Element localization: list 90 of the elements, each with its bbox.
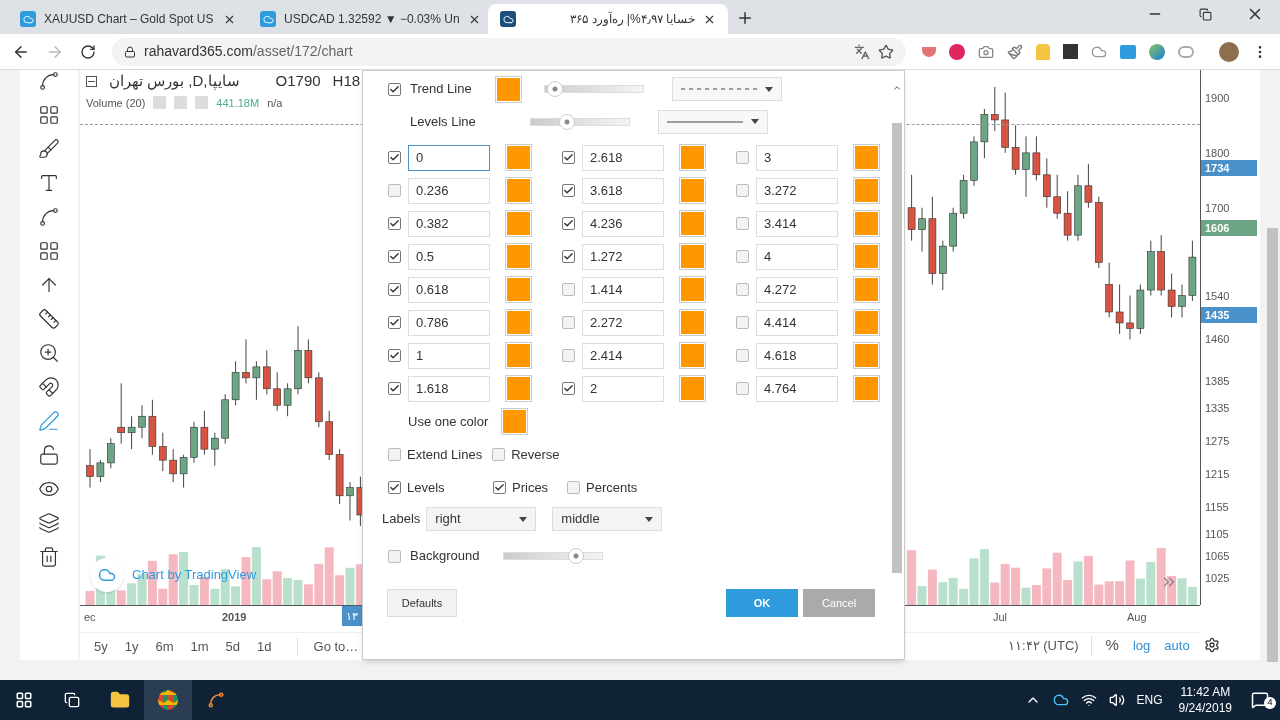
level-input[interactable]: 0.382 bbox=[408, 210, 490, 237]
level-input[interactable]: 3.272 bbox=[756, 177, 838, 204]
browser-tab[interactable]: XAUUSD Chart – Gold Spot US bbox=[8, 4, 248, 34]
browser-tab[interactable]: USDCAD 1.32592 ▼ −0.03% Un bbox=[248, 4, 488, 34]
symbol-title[interactable]: سایپا,D, بورس تهران bbox=[109, 70, 240, 93]
url-path: /asset/172/chart bbox=[252, 42, 353, 61]
level-input[interactable]: 2.618 bbox=[582, 144, 664, 171]
price-tick-label: 1385 bbox=[1204, 373, 1230, 389]
address-bar[interactable]: rahavard365.com/asset/172/chart bbox=[112, 37, 906, 66]
tab-title: XAUUSD Chart – Gold Spot US bbox=[44, 11, 215, 28]
notifications-button[interactable]: 4 bbox=[1240, 691, 1280, 709]
level-input[interactable]: 2.414 bbox=[582, 342, 664, 369]
price-tick-label: 1155 bbox=[1204, 499, 1229, 515]
clock-date: 9/24/2019 bbox=[1178, 700, 1232, 716]
goto-button[interactable]: Go to… bbox=[296, 636, 359, 657]
time-label: Jul bbox=[993, 610, 1008, 625]
one-color-label: Use one color bbox=[408, 412, 490, 431]
price-badge: 1435 bbox=[1201, 307, 1257, 323]
price-tick-label: 1700 bbox=[1204, 200, 1230, 216]
range-button[interactable]: 6m bbox=[155, 636, 174, 657]
vertical-select[interactable]: middle bbox=[552, 507, 663, 531]
price-tick-label: 1540 bbox=[1204, 288, 1230, 304]
percent-toggle[interactable]: % bbox=[1105, 634, 1119, 657]
tab-title: خسایا ۴٫۹۷%| ره‌آورد ۳۶۵ bbox=[569, 10, 695, 28]
price-tick-label: 1275 bbox=[1204, 433, 1230, 449]
level-input[interactable]: 1.414 bbox=[582, 276, 664, 303]
clock-time: 11:42 AM bbox=[1180, 684, 1231, 700]
option-label: Levels bbox=[407, 478, 445, 497]
level-input[interactable]: 4.236 bbox=[582, 210, 664, 237]
level-input[interactable]: 4 bbox=[756, 243, 838, 270]
price-tick-label: 1025 bbox=[1204, 571, 1230, 587]
background-label: Background bbox=[410, 547, 481, 566]
time-label: Aug bbox=[1127, 610, 1147, 625]
level-input[interactable]: 2.272 bbox=[582, 309, 664, 336]
levels-line-label: Levels Line bbox=[410, 112, 477, 131]
volume-value: 441.18M bbox=[216, 95, 260, 111]
price-tick-label: 1105 bbox=[1204, 527, 1229, 543]
log-toggle[interactable]: log bbox=[1132, 635, 1151, 655]
dialog-button[interactable]: Defaults bbox=[387, 589, 457, 617]
level-input[interactable]: 0.5 bbox=[408, 243, 490, 270]
range-button[interactable]: 5d bbox=[225, 636, 241, 657]
level-input[interactable]: 0.236 bbox=[408, 177, 490, 204]
option-label: Extend Lines bbox=[407, 445, 483, 464]
taskbar-clock[interactable]: 11:42 AM 9/24/2019 bbox=[1178, 684, 1232, 716]
option-label: Reverse bbox=[511, 445, 560, 464]
price-tick-label: 1800 bbox=[1204, 145, 1230, 161]
price-tick-label: 1215 bbox=[1204, 466, 1230, 482]
level-input[interactable]: 1.272 bbox=[582, 243, 664, 270]
volume-label: Volume (20) bbox=[86, 95, 146, 111]
time-label: ۱۳ bbox=[342, 606, 362, 626]
price-badge: 1606 bbox=[1201, 220, 1257, 236]
level-input[interactable]: 3.618 bbox=[582, 177, 664, 204]
url-host: rahavard365.com bbox=[144, 42, 253, 61]
price-tick-label: 1335 bbox=[1204, 401, 1230, 416]
level-input[interactable]: 4.272 bbox=[756, 276, 838, 303]
level-input[interactable]: 2 bbox=[582, 375, 664, 402]
volume-na: n/a bbox=[267, 95, 283, 111]
labels-label: Labels bbox=[382, 510, 421, 529]
price-tick-label: 1065 bbox=[1204, 549, 1230, 565]
browser-tab[interactable]: خسایا ۴٫۹۷%| ره‌آورد ۳۶۵ bbox=[488, 4, 728, 34]
range-button[interactable]: 1d bbox=[257, 636, 272, 657]
open-value: O1790 bbox=[275, 71, 321, 91]
range-button[interactable]: 1y bbox=[124, 636, 139, 657]
level-input[interactable]: 4.764 bbox=[756, 375, 838, 402]
trend-line-label: Trend Line bbox=[410, 80, 473, 99]
level-input[interactable]: 1 bbox=[408, 342, 490, 369]
option-label: Prices bbox=[512, 478, 549, 497]
price-badge: 1734 bbox=[1201, 160, 1257, 176]
level-input[interactable]: 0.618 bbox=[408, 276, 490, 303]
level-input[interactable]: 0 bbox=[408, 144, 490, 171]
level-input[interactable]: 3.414 bbox=[756, 210, 838, 237]
high-value: H18 bbox=[332, 71, 361, 91]
tab-title: USDCAD 1.32592 ▼ −0.03% Un bbox=[284, 11, 460, 28]
time-label: ec bbox=[84, 610, 96, 625]
level-input[interactable]: 0.786 bbox=[408, 309, 490, 336]
level-input[interactable]: 3 bbox=[756, 144, 838, 171]
time-label: 2019 bbox=[222, 610, 247, 625]
level-input[interactable]: 1.618 bbox=[408, 375, 490, 402]
price-tick-label: 1460 bbox=[1204, 332, 1230, 348]
range-button[interactable]: 1m bbox=[190, 636, 209, 657]
language-indicator[interactable]: ENG bbox=[1136, 691, 1163, 709]
notification-count: 4 bbox=[1264, 697, 1276, 709]
price-tick-label: 1900 bbox=[1204, 91, 1230, 106]
range-button[interactable]: 5y bbox=[94, 636, 108, 657]
auto-toggle[interactable]: auto bbox=[1164, 635, 1190, 655]
level-input[interactable]: 4.414 bbox=[756, 309, 838, 336]
horizontal-select[interactable]: right bbox=[426, 507, 537, 531]
clock: ۱۱:۴۲ (UTC) bbox=[1008, 635, 1092, 655]
level-input[interactable]: 4.618 bbox=[756, 342, 838, 369]
option-label: Percents bbox=[586, 478, 638, 497]
